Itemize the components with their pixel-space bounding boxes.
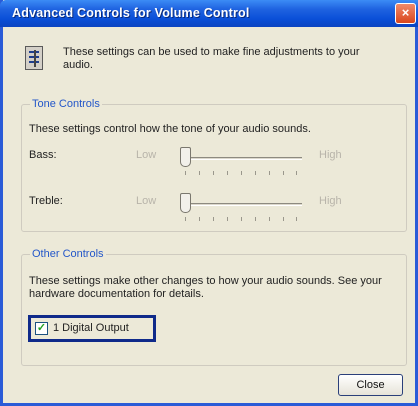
other-controls-group: Other Controls These settings make other… — [21, 248, 407, 366]
bass-low-label: Low — [136, 149, 157, 161]
tone-controls-description: These settings control how the tone of y… — [29, 123, 311, 135]
tone-controls-legend: Tone Controls — [30, 98, 102, 110]
other-controls-description: These settings make other changes to how… — [29, 275, 382, 300]
tone-controls-group: Tone Controls These settings control how… — [21, 98, 407, 232]
dialog-window: Advanced Controls for Volume Control × T… — [0, 0, 418, 406]
window-title: Advanced Controls for Volume Control — [12, 6, 250, 20]
treble-low-label: Low — [136, 195, 157, 207]
close-icon: × — [401, 5, 410, 20]
title-bar[interactable]: Advanced Controls for Volume Control × — [0, 0, 418, 27]
digital-output-highlight: ✓ 1 Digital Output — [28, 315, 156, 342]
treble-slider-thumb[interactable] — [180, 193, 191, 213]
treble-slider-track[interactable] — [180, 203, 302, 206]
header-description: These settings can be used to make fine … — [63, 46, 360, 71]
bass-label: Bass: — [29, 149, 57, 161]
other-controls-legend: Other Controls — [30, 248, 106, 260]
treble-high-label: High — [319, 195, 342, 207]
bass-slider-thumb[interactable] — [180, 147, 191, 167]
digital-output-checkbox[interactable]: ✓ — [35, 322, 48, 335]
bass-slider-track[interactable] — [180, 157, 302, 160]
bass-high-label: High — [319, 149, 342, 161]
treble-label: Treble: — [29, 195, 63, 207]
close-window-button[interactable]: × — [395, 3, 416, 24]
digital-output-label[interactable]: 1 Digital Output — [53, 322, 129, 334]
mixer-panel-icon — [25, 46, 43, 70]
treble-slider-ticks — [185, 217, 297, 221]
close-button[interactable]: Close — [338, 374, 403, 396]
bass-slider-ticks — [185, 171, 297, 175]
